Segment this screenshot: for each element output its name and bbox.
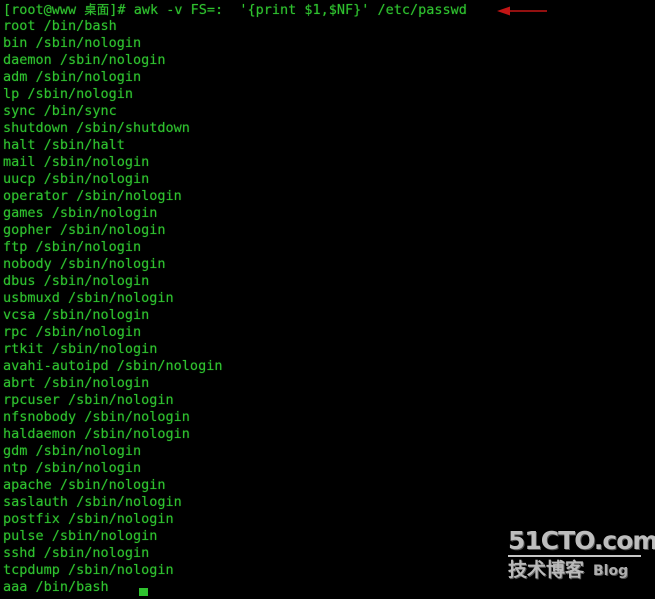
output-line: ntp /sbin/nologin: [3, 460, 142, 476]
output-line: uucp /sbin/nologin: [3, 171, 150, 187]
watermark-51cto: 51CTO.com 技术博客 Blog: [508, 526, 655, 586]
output-line: mail /sbin/nologin: [3, 154, 150, 170]
output-line: rpcuser /sbin/nologin: [3, 392, 174, 408]
output-line: games /sbin/nologin: [3, 205, 158, 221]
output-line: lp /sbin/nologin: [3, 86, 134, 102]
output-line: haldaemon /sbin/nologin: [3, 426, 190, 442]
output-line: apache /sbin/nologin: [3, 477, 166, 493]
watermark-site-text: 51CTO.com: [508, 526, 655, 555]
output-line: adm /sbin/nologin: [3, 69, 142, 85]
command-prompt-line: [root@www 桌面]# awk -v FS=: '{print $1,$N…: [3, 1, 655, 18]
output-line: shutdown /sbin/shutdown: [3, 120, 190, 136]
watermark-blog-label: Blog: [593, 563, 629, 579]
output-line: ftp /sbin/nologin: [3, 239, 142, 255]
output-line: operator /sbin/nologin: [3, 188, 182, 204]
prompt-suffix: ]#: [109, 2, 134, 18]
output-line: dbus /sbin/nologin: [3, 273, 150, 289]
output-line: gopher /sbin/nologin: [3, 222, 166, 238]
output-line: root /bin/bash: [3, 18, 117, 34]
output-line: vcsa /sbin/nologin: [3, 307, 150, 323]
output-line: nfsnobody /sbin/nologin: [3, 409, 190, 425]
output-line: daemon /sbin/nologin: [3, 52, 166, 68]
output-line: avahi-autoipd /sbin/nologin: [3, 358, 223, 374]
output-line: gdm /sbin/nologin: [3, 443, 142, 459]
output-line: abrt /sbin/nologin: [3, 375, 150, 391]
shell-command: awk -v FS=: '{print $1,$NF}' /etc/passwd: [133, 2, 467, 18]
output-line: sync /bin/sync: [3, 103, 117, 119]
watermark-divider: [508, 555, 641, 557]
terminal-window[interactable]: [root@www 桌面]# awk -v FS=: '{print $1,$N…: [0, 0, 655, 599]
terminal-output-area: [root@www 桌面]# awk -v FS=: '{print $1,$N…: [3, 0, 655, 596]
output-line: saslauth /sbin/nologin: [3, 494, 182, 510]
terminal-cursor: [139, 588, 148, 596]
prompt-directory: 桌面: [84, 2, 110, 17]
output-line: nobody /sbin/nologin: [3, 256, 166, 272]
output-line: rtkit /sbin/nologin: [3, 341, 158, 357]
output-line: bin /sbin/nologin: [3, 35, 142, 51]
prompt-user-host: [root@www: [3, 2, 85, 18]
output-line: usbmuxd /sbin/nologin: [3, 290, 174, 306]
watermark-bottom-row: 技术博客 Blog: [508, 559, 650, 581]
watermark-chinese-text: 技术博客: [508, 559, 585, 581]
output-line: halt /sbin/halt: [3, 137, 125, 153]
output-line: rpc /sbin/nologin: [3, 324, 142, 340]
